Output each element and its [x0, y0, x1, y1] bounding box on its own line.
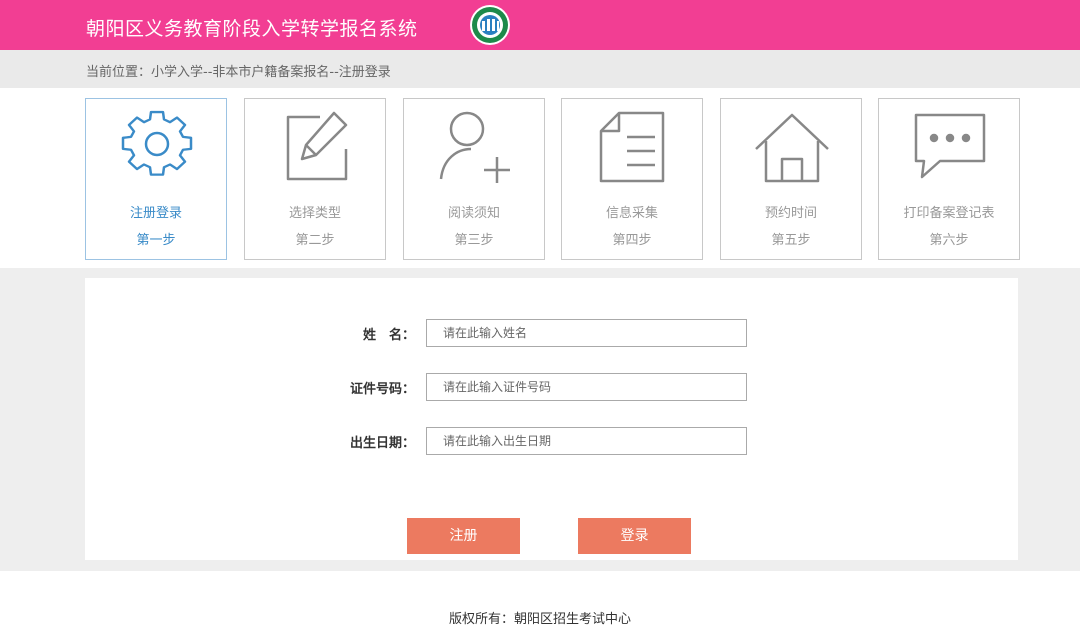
- id-number-label: 证件号码：: [349, 382, 415, 397]
- login-button[interactable]: 登录: [578, 518, 691, 554]
- birth-date-input[interactable]: [426, 427, 747, 455]
- step-label: 阅读须知: [447, 206, 500, 221]
- register-button[interactable]: 注册: [407, 518, 520, 554]
- breadcrumb: 当前位置：小学入学--非本市户籍备案报名--注册登录: [0, 50, 1080, 88]
- step-label: 预约时间: [764, 206, 817, 221]
- register-form: 姓 名： 证件号码： 出生日期： 注册 登录: [85, 278, 1018, 560]
- step-number: 第五步: [771, 233, 811, 248]
- step-register-login[interactable]: 注册登录 第一步: [85, 98, 227, 260]
- step-label: 打印备案登记表: [903, 206, 995, 221]
- step-appointment[interactable]: 预约时间 第五步: [720, 98, 862, 260]
- step-number: 第一步: [136, 233, 176, 248]
- step-select-type[interactable]: 选择类型 第二步: [244, 98, 386, 260]
- birth-date-label: 出生日期：: [349, 436, 415, 451]
- steps-bar: 注册登录 第一步 选择类型 第二步 阅读须知 第三步 信息采集 第四步 预约时间…: [0, 88, 1080, 268]
- copyright-text: 版权所有：朝阳区招生考试中心: [448, 612, 631, 627]
- footer: 版权所有：朝阳区招生考试中心: [0, 571, 1080, 631]
- step-number: 第四步: [612, 233, 652, 248]
- form-section: 姓 名： 证件号码： 出生日期： 注册 登录: [0, 268, 1080, 571]
- header-bar: 朝阳区义务教育阶段入学转学报名系统: [0, 0, 1080, 50]
- document-icon: [593, 107, 673, 187]
- step-label: 选择类型: [288, 206, 341, 221]
- step-info-collection[interactable]: 信息采集 第四步: [561, 98, 703, 260]
- name-row: 姓 名：: [85, 319, 1018, 347]
- chat-icon: [910, 107, 990, 187]
- step-number: 第六步: [929, 233, 969, 248]
- id-number-input[interactable]: [426, 373, 747, 401]
- id-row: 证件号码：: [85, 373, 1018, 401]
- edit-icon: [276, 107, 356, 187]
- app-title: 朝阳区义务教育阶段入学转学报名系统: [86, 18, 418, 40]
- step-number: 第三步: [454, 233, 494, 248]
- step-number: 第二步: [295, 233, 335, 248]
- step-print-form[interactable]: 打印备案登记表 第六步: [878, 98, 1020, 260]
- home-icon: [752, 107, 832, 187]
- add-user-icon: [435, 107, 515, 187]
- gear-icon: [117, 107, 197, 187]
- step-label: 注册登录: [129, 206, 182, 221]
- breadcrumb-text: 当前位置：小学入学--非本市户籍备案报名--注册登录: [86, 65, 391, 80]
- step-read-notice[interactable]: 阅读须知 第三步: [403, 98, 545, 260]
- logo-icon: [470, 5, 510, 45]
- name-label: 姓 名：: [362, 328, 415, 343]
- birth-row: 出生日期：: [85, 427, 1018, 455]
- name-input[interactable]: [426, 319, 747, 347]
- step-label: 信息采集: [605, 206, 658, 221]
